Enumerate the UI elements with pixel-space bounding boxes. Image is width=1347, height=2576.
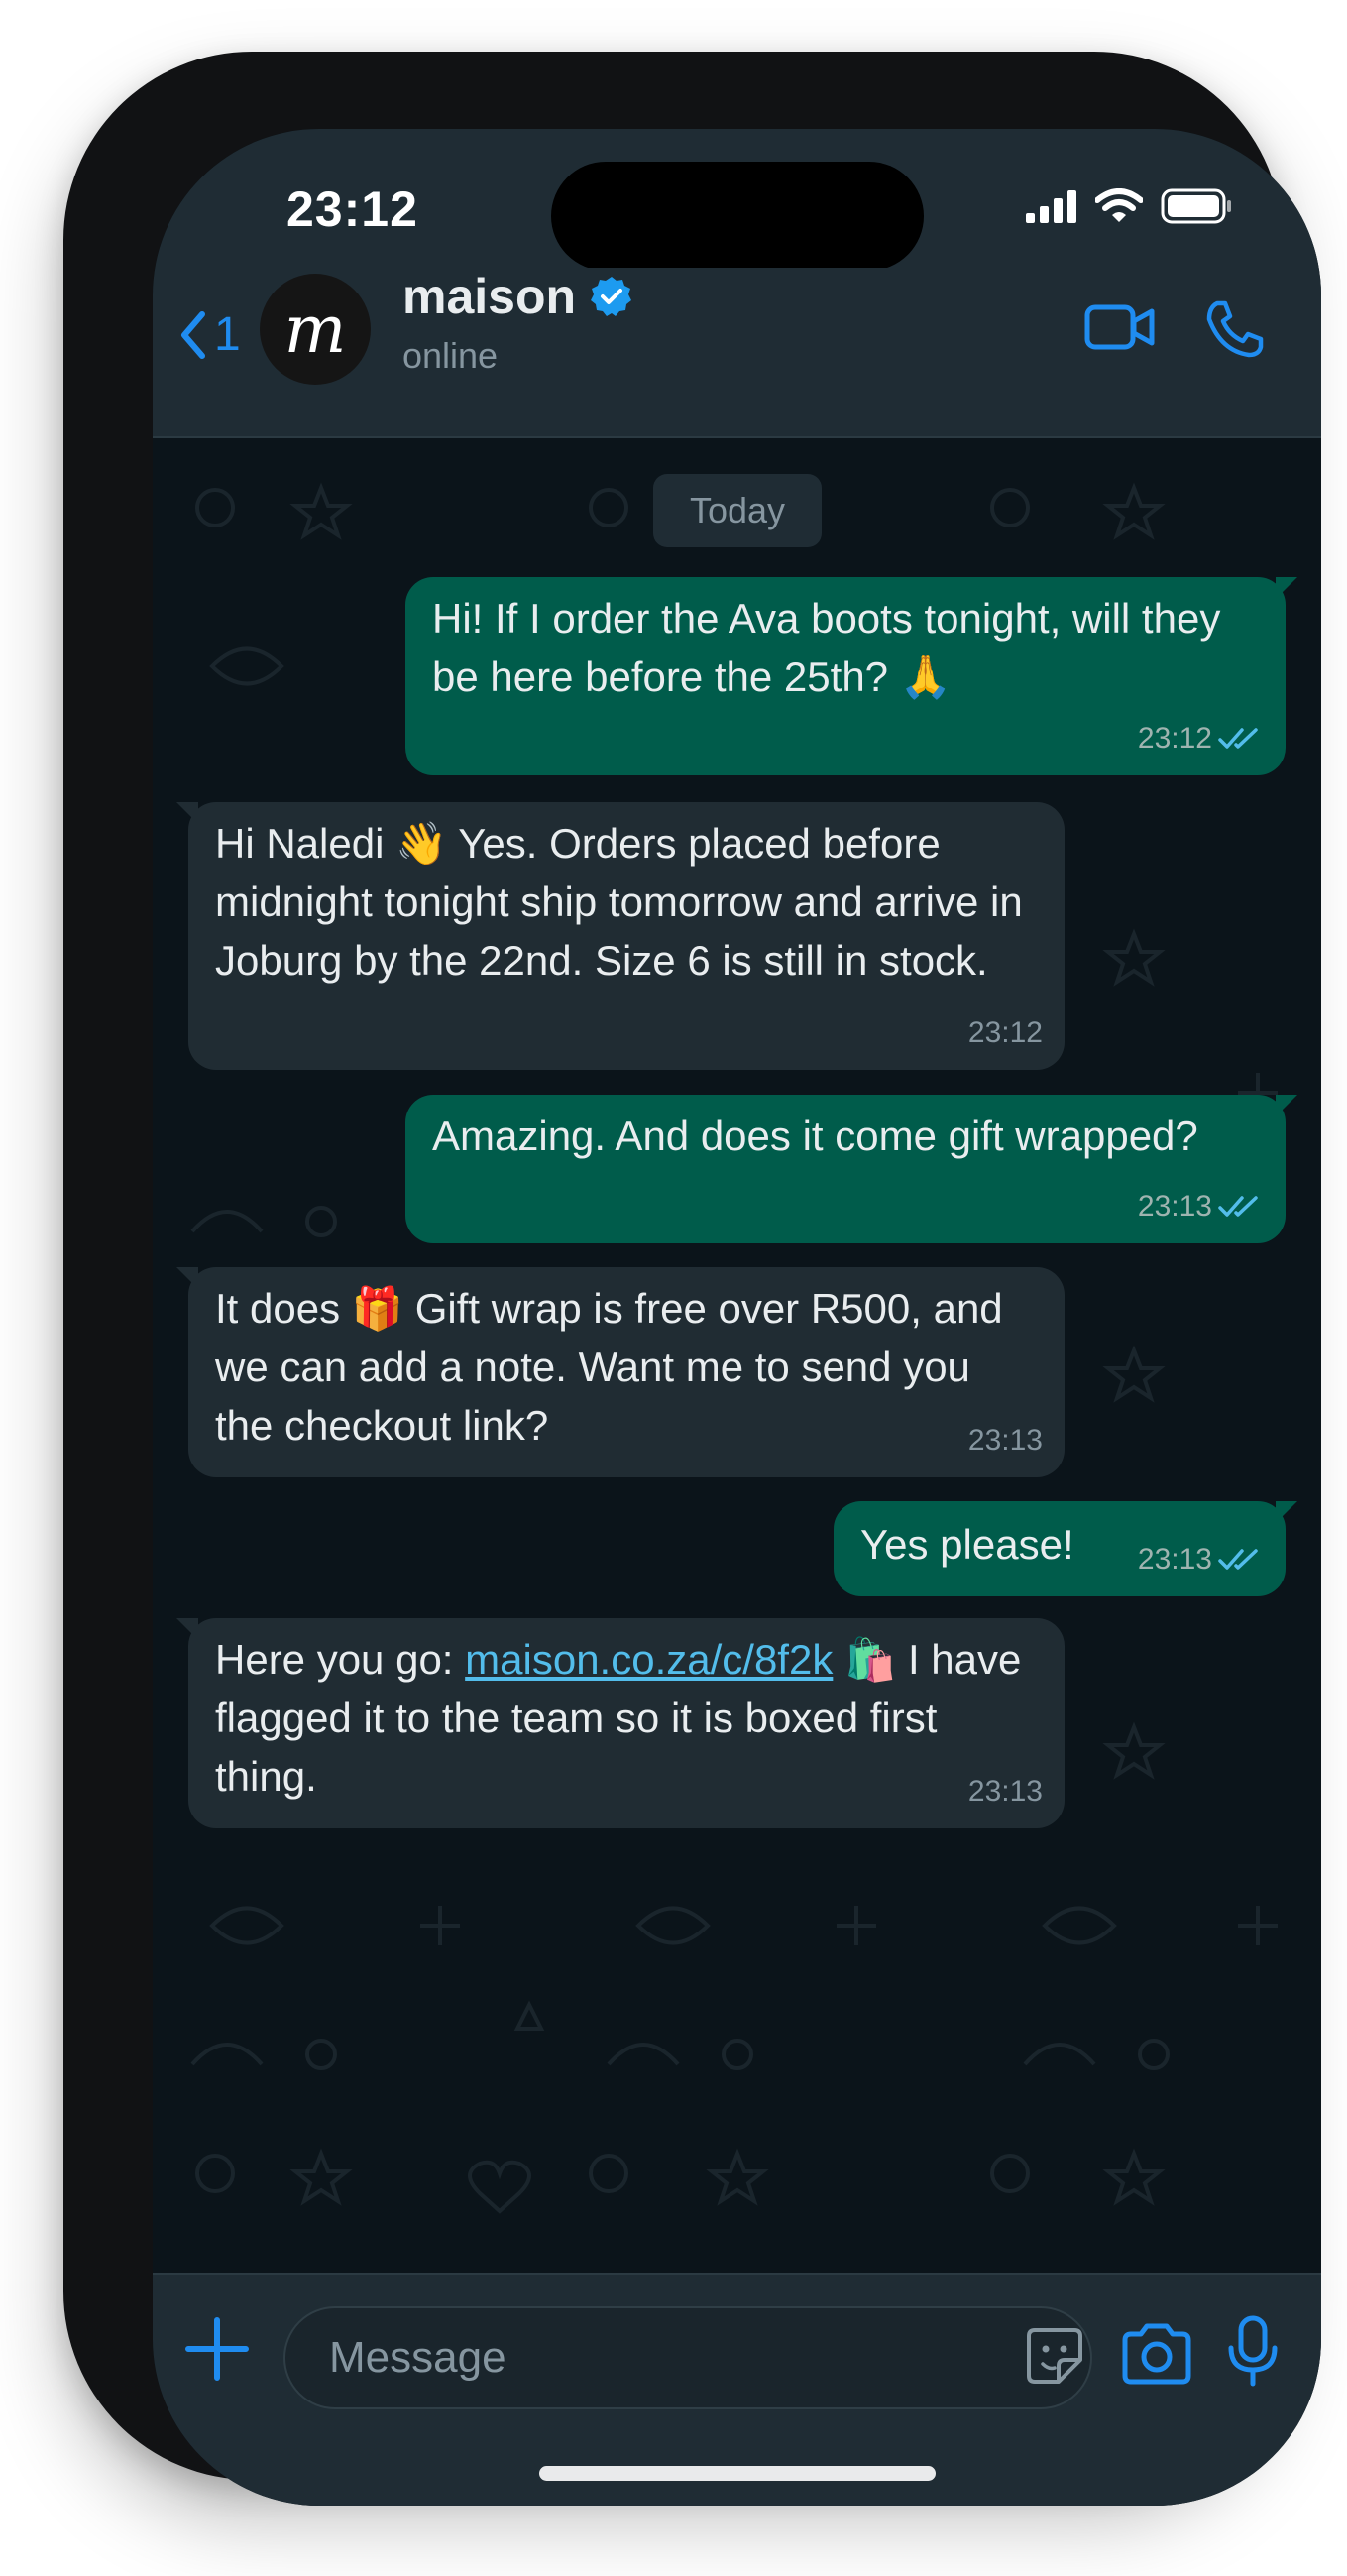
contact-name-row[interactable]: maison <box>402 268 633 325</box>
video-call-icon <box>1084 304 1155 350</box>
voice-call-button[interactable] <box>1203 299 1265 364</box>
phone-icon <box>1206 300 1264 358</box>
phone-frame: 23:12 1 m maison online Today Hi! If I o… <box>63 52 1321 2506</box>
camera-icon <box>1122 2323 1191 2385</box>
message-time: 23:12 <box>967 1016 1043 1049</box>
message-meta: 23:13 <box>968 1411 1043 1469</box>
message-time: 23:13 <box>967 1775 1043 1808</box>
wifi-icon <box>1095 188 1143 222</box>
bubble-tail <box>176 802 198 824</box>
message-bubble-outgoing[interactable]: Yes please! 23:13 <box>834 1501 1297 1596</box>
message-composer: Message <box>153 2273 1321 2506</box>
camera-button[interactable] <box>1119 2322 1194 2391</box>
chat-header: 1 m maison online <box>153 268 1321 438</box>
message-text: Hi Naledi 👋 Yes. Orders placed before mi… <box>215 820 1035 984</box>
avatar[interactable]: m <box>260 274 371 385</box>
bubble-tail <box>1276 577 1297 599</box>
back-button[interactable]: 1 <box>178 307 241 362</box>
video-call-button[interactable] <box>1084 299 1156 360</box>
microphone-icon <box>1228 2315 1278 2387</box>
message-bubble-incoming[interactable]: Here you go: maison.co.za/c/8f2k 🛍️ I ha… <box>176 1618 1065 1828</box>
home-indicator[interactable] <box>539 2466 936 2481</box>
bubble-tail <box>1276 1501 1297 1523</box>
signal-icon <box>1026 190 1076 223</box>
chevron-left-icon <box>181 310 205 359</box>
double-check-icon <box>1218 1548 1258 1570</box>
sticker-icon <box>1027 2328 1082 2384</box>
verified-badge-icon <box>591 277 632 316</box>
double-check-icon <box>1218 1195 1258 1217</box>
message-input[interactable]: Message <box>283 2306 1092 2409</box>
sticker-button[interactable] <box>1025 2326 1084 2391</box>
chat-area[interactable]: Today Hi! If I order the Ava boots tonig… <box>153 438 1321 2273</box>
message-text: It does 🎁 Gift wrap is free over R500, a… <box>215 1285 1015 1449</box>
message-meta: 23:12 <box>968 1003 1043 1062</box>
checkout-link[interactable]: maison.co.za/c/8f2k <box>465 1636 833 1683</box>
message-bubble-outgoing[interactable]: Hi! If I order the Ava boots tonight, wi… <box>405 577 1297 775</box>
bubble-tail <box>1276 1095 1297 1116</box>
message-text-before-link: Here you go: <box>215 1636 466 1683</box>
screen: 23:12 1 m maison online Today Hi! If I o… <box>153 129 1321 2506</box>
status-time: 23:12 <box>286 181 418 237</box>
presence-status: online <box>402 335 499 376</box>
message-meta: 23:13 <box>968 1762 1043 1820</box>
message-text: Hi! If I order the Ava boots tonight, wi… <box>432 595 1232 700</box>
microphone-button[interactable] <box>1225 2314 1281 2395</box>
bubble-tail <box>176 1618 198 1640</box>
message-bubble-incoming[interactable]: It does 🎁 Gift wrap is free over R500, a… <box>176 1267 1065 1477</box>
message-meta: 23:13 <box>1138 1177 1264 1235</box>
message-time: 23:13 <box>967 1424 1043 1457</box>
message-time: 23:13 <box>1137 1543 1212 1576</box>
status-icons <box>1026 188 1232 224</box>
message-meta: 23:13 <box>1138 1530 1264 1588</box>
message-time: 23:12 <box>1137 722 1212 755</box>
contact-name: maison <box>402 269 577 324</box>
message-bubble-outgoing[interactable]: Amazing. And does it come gift wrapped? … <box>405 1095 1297 1243</box>
date-separator: Today <box>653 474 822 547</box>
bubble-tail <box>176 1267 198 1289</box>
message-placeholder: Message <box>329 2333 506 2382</box>
dynamic-island <box>551 162 924 271</box>
plus-icon <box>185 2317 249 2381</box>
message-time: 23:13 <box>1137 1190 1212 1223</box>
battery-icon <box>1161 188 1231 224</box>
message-meta: 23:12 <box>1138 709 1264 767</box>
message-text: Here you go: maison.co.za/c/8f2k 🛍️ I ha… <box>215 1630 1035 1806</box>
attach-button[interactable] <box>182 2314 252 2389</box>
message-bubble-incoming[interactable]: Hi Naledi 👋 Yes. Orders placed before mi… <box>176 802 1065 1070</box>
double-check-icon <box>1218 727 1258 749</box>
back-unread-count: 1 <box>214 308 241 361</box>
status-bar: 23:12 <box>153 129 1321 271</box>
message-text: Amazing. And does it come gift wrapped? <box>432 1112 1198 1159</box>
